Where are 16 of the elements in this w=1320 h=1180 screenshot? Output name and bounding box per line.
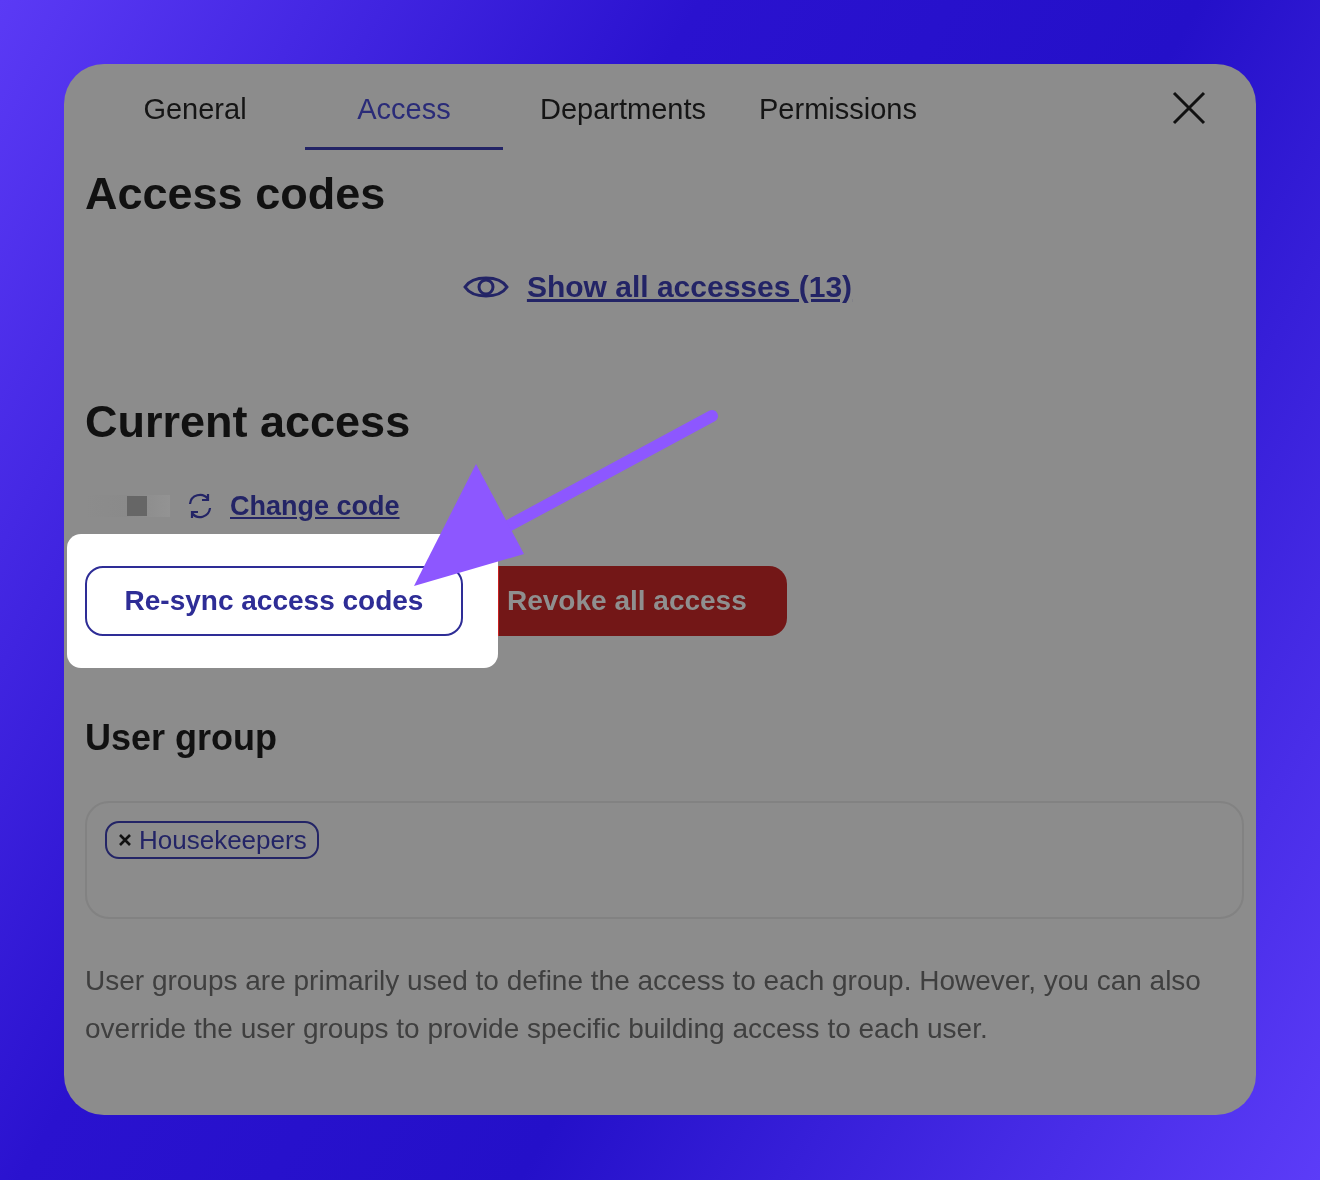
help-text: User groups are primarily used to define the access to each group. However, you can also override the user groups to provide specific building access to each user.	[85, 964, 1202, 1046]
tag-label: Housekeepers	[139, 824, 307, 856]
tab[interactable]: Access	[305, 64, 503, 150]
section-heading: Current access	[85, 396, 412, 448]
section-heading: User group	[85, 716, 279, 760]
tab[interactable]: Departments	[503, 64, 743, 150]
change-code-link[interactable]: Change code	[230, 490, 400, 522]
remove-icon[interactable]	[119, 834, 131, 846]
show-all-link[interactable]: Show all accesses (13)	[526, 270, 853, 304]
close-icon[interactable]	[1172, 91, 1206, 125]
refresh-icon[interactable]	[186, 492, 214, 520]
tag-input-field[interactable]: Housekeepers	[85, 801, 1244, 919]
resync-button[interactable]: Re-sync access codes	[85, 566, 463, 636]
tab[interactable]: General	[85, 64, 305, 150]
tab[interactable]: Permissions	[743, 64, 933, 150]
section-heading: Access codes	[85, 168, 387, 220]
